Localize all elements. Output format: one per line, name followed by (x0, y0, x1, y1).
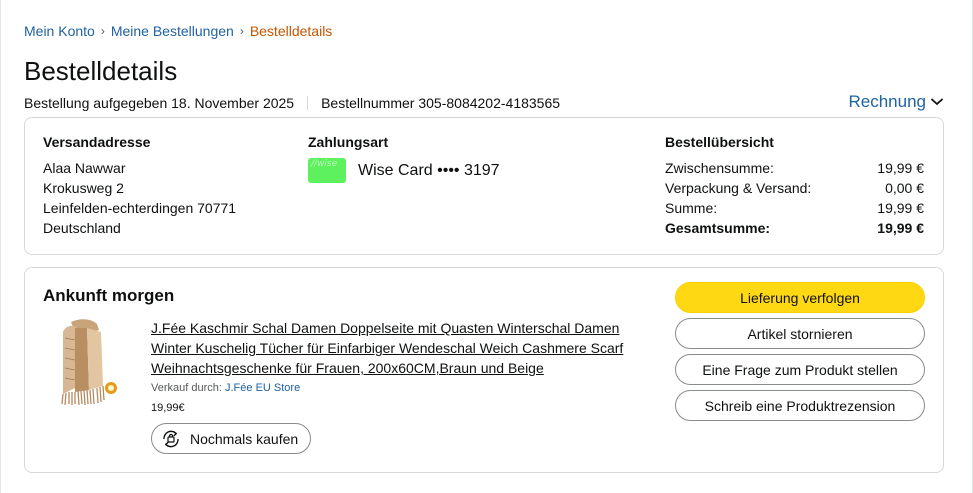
address-line: Deutschland (43, 220, 121, 236)
product-image[interactable] (53, 318, 123, 408)
payment-method-section: Zahlungsart //wise Wise Card •••• 3197 (308, 134, 500, 183)
page-frame-left (0, 0, 1, 493)
summary-label: Summe: (665, 200, 718, 216)
address-line: Krokusweg 2 (43, 180, 124, 196)
page-title: Bestelldetails (24, 56, 178, 86)
invoice-label: Rechnung (848, 92, 926, 111)
address-line: Leinfelden-echterdingen 70771 (43, 200, 237, 216)
cancel-items-button[interactable]: Artikel stornieren (675, 318, 925, 349)
breadcrumb: Mein Konto › Meine Bestellungen › Bestel… (24, 23, 332, 39)
arrival-status: Ankunft morgen (43, 286, 175, 305)
seller-line: Verkauf durch: J.Fée EU Store (151, 382, 300, 394)
payment-card-icon: //wise (308, 158, 346, 183)
buy-again-button[interactable]: Nochmals kaufen (151, 423, 312, 454)
breadcrumb-current: Bestelldetails (249, 23, 333, 39)
write-review-button[interactable]: Schreib eine Produktrezension (675, 390, 925, 421)
summary-label: Verpackung & Versand: (665, 180, 812, 196)
payment-method-row: //wise Wise Card •••• 3197 (308, 158, 500, 183)
order-summary-card: Versandadresse Alaa Nawwar Krokusweg 2 L… (24, 117, 944, 255)
meta-divider (307, 96, 309, 110)
breadcrumb-my-account[interactable]: Mein Konto (24, 23, 95, 39)
summary-label: Zwischensumme: (665, 160, 774, 176)
buy-again-icon (163, 430, 179, 447)
summary-row-grand-total: Gesamtsumme: 19,99 € (665, 218, 924, 238)
summary-value: 19,99 € (877, 220, 924, 236)
summary-value: 19,99 € (877, 160, 924, 176)
shipping-address-title: Versandadresse (43, 134, 151, 150)
track-package-button[interactable]: Lieferung verfolgen (675, 282, 925, 313)
shipping-address-section: Versandadresse Alaa Nawwar Krokusweg 2 L… (43, 134, 236, 238)
card-watermark: //wise (311, 159, 338, 169)
order-meta: Bestellung aufgegeben 18. November 2025 … (24, 95, 560, 111)
summary-value: 0,00 € (885, 180, 924, 196)
order-number: Bestellnummer 305-8084202-4183565 (321, 95, 561, 111)
order-placed-date: Bestellung aufgegeben 18. November 2025 (24, 95, 295, 111)
payment-method-title: Zahlungsart (308, 134, 389, 150)
order-total-section: Bestellübersicht Zwischensumme: 19,99 € … (665, 134, 924, 238)
payment-card-text: Wise Card •••• 3197 (358, 161, 500, 179)
breadcrumb-separator: › (239, 24, 244, 38)
seller-prefix: Verkauf durch: (151, 382, 222, 394)
product-title-link[interactable]: J.Fée Kaschmir Schal Damen Doppelseite m… (151, 318, 641, 378)
ask-product-question-button[interactable]: Eine Frage zum Produkt stellen (675, 354, 925, 385)
summary-row-subtotal: Zwischensumme: 19,99 € (665, 158, 924, 178)
breadcrumb-separator: › (100, 24, 105, 38)
summary-label: Gesamtsumme: (665, 220, 771, 236)
breadcrumb-my-orders[interactable]: Meine Bestellungen (111, 23, 234, 39)
chevron-down-icon (931, 98, 943, 105)
summary-row-shipping: Verpackung & Versand: 0,00 € (665, 178, 924, 198)
shipment-card: Ankunft morgen J.Fée Kaschmir Schal Dame… (24, 267, 944, 473)
summary-value: 19,99 € (877, 200, 924, 216)
buy-again-label: Nochmals kaufen (190, 430, 299, 447)
summary-row-sum: Summe: 19,99 € (665, 198, 924, 218)
product-price: 19,99€ (151, 402, 185, 414)
address-line: Alaa Nawwar (43, 160, 126, 176)
invoice-dropdown[interactable]: Rechnung (848, 92, 943, 112)
order-total-title: Bestellübersicht (665, 134, 774, 150)
seller-link[interactable]: J.Fée EU Store (225, 382, 300, 394)
